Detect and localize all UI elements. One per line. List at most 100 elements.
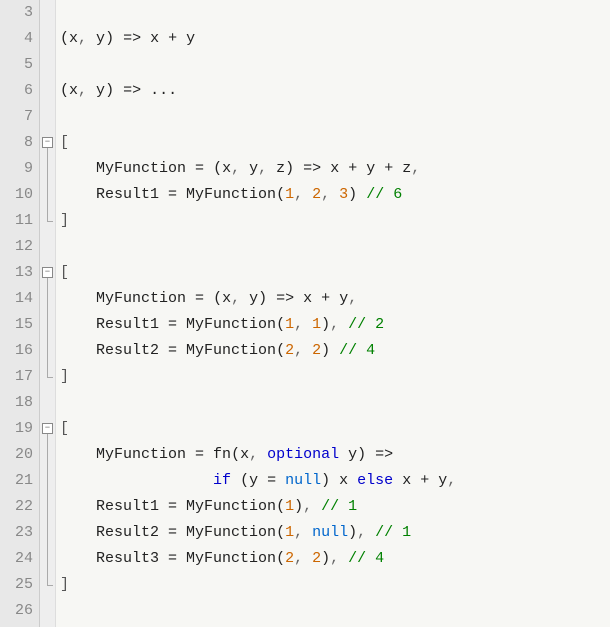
code-token: z (393, 160, 411, 177)
code-line[interactable]: Result3 = MyFunction(2, 2), // 4 (60, 546, 610, 572)
code-token: else (357, 472, 393, 489)
code-token: null (312, 524, 348, 541)
code-line[interactable] (60, 0, 610, 26)
fold-toggle-icon[interactable]: − (42, 137, 53, 148)
code-token: x (330, 472, 357, 489)
code-line[interactable]: [ (60, 130, 610, 156)
code-line[interactable]: MyFunction = fn(x, optional y) => (60, 442, 610, 468)
line-number: 6 (4, 78, 33, 104)
code-token: , (294, 342, 312, 359)
code-line[interactable]: if (y = null) x else x + y, (60, 468, 610, 494)
code-token: 1 (285, 186, 294, 203)
code-line[interactable]: Result1 = MyFunction(1), // 1 (60, 494, 610, 520)
code-line[interactable]: [ (60, 260, 610, 286)
code-token: Result2 (60, 524, 168, 541)
code-token: , (78, 30, 96, 47)
fold-toggle-icon[interactable]: − (42, 423, 53, 434)
code-line[interactable]: ] (60, 572, 610, 598)
code-token: = (195, 446, 204, 463)
code-token: = (195, 290, 204, 307)
code-token: // 2 (348, 316, 384, 333)
code-token: 1 (285, 524, 294, 541)
line-number: 23 (4, 520, 33, 546)
code-token: => (276, 290, 294, 307)
code-token: [ (60, 134, 69, 151)
line-number: 4 (4, 26, 33, 52)
code-token: ( (240, 472, 249, 489)
code-line[interactable]: Result1 = MyFunction(1, 2, 3) // 6 (60, 182, 610, 208)
code-token: ( (60, 82, 69, 99)
code-token: y (249, 160, 258, 177)
code-token (60, 472, 213, 489)
code-token: x (393, 472, 420, 489)
code-token: ( (276, 498, 285, 515)
line-number: 9 (4, 156, 33, 182)
code-token: ( (213, 290, 222, 307)
code-token: => (123, 30, 141, 47)
code-token: x (141, 30, 168, 47)
code-token: , (357, 524, 375, 541)
code-token: + (348, 160, 357, 177)
code-line[interactable]: (x, y) => x + y (60, 26, 610, 52)
code-token: // 1 (321, 498, 357, 515)
code-token: null (285, 472, 321, 489)
code-token: y (177, 30, 195, 47)
fold-toggle-icon[interactable]: − (42, 267, 53, 278)
code-line[interactable]: ] (60, 208, 610, 234)
code-token: MyFunction (60, 160, 195, 177)
code-line[interactable]: MyFunction = (x, y, z) => x + y + z, (60, 156, 610, 182)
code-token: [ (60, 264, 69, 281)
code-token: , (294, 550, 312, 567)
code-line[interactable]: [ (60, 416, 610, 442)
code-area[interactable]: (x, y) => x + y (x, y) => ... [ MyFuncti… (56, 0, 610, 627)
line-number: 24 (4, 546, 33, 572)
code-token: Result1 (60, 498, 168, 515)
code-token: => (123, 82, 141, 99)
line-number: 17 (4, 364, 33, 390)
code-token: = (168, 524, 177, 541)
code-token: Result1 (60, 186, 168, 203)
code-token: , (330, 316, 348, 333)
code-line[interactable]: Result2 = MyFunction(2, 2) // 4 (60, 338, 610, 364)
code-token: , (294, 186, 312, 203)
code-line[interactable]: Result1 = MyFunction(1, 1), // 2 (60, 312, 610, 338)
code-token: ( (276, 316, 285, 333)
code-token: ( (276, 342, 285, 359)
code-line[interactable] (60, 390, 610, 416)
code-line[interactable]: ] (60, 364, 610, 390)
code-line[interactable] (60, 598, 610, 624)
code-line[interactable]: MyFunction = (x, y) => x + y, (60, 286, 610, 312)
code-token: , (411, 160, 420, 177)
code-line[interactable] (60, 104, 610, 130)
code-token (141, 82, 150, 99)
code-line[interactable]: Result2 = MyFunction(1, null), // 1 (60, 520, 610, 546)
code-line[interactable] (60, 234, 610, 260)
code-line[interactable] (60, 52, 610, 78)
code-token: , (78, 82, 96, 99)
code-token (276, 472, 285, 489)
code-token: MyFunction (177, 316, 276, 333)
code-token: MyFunction (177, 342, 276, 359)
code-token: fn (204, 446, 231, 463)
code-token: // 6 (366, 186, 402, 203)
code-token: y (96, 30, 105, 47)
code-token: y (357, 160, 384, 177)
line-number: 18 (4, 390, 33, 416)
code-token: , (231, 290, 249, 307)
fold-end-tick (47, 221, 53, 222)
code-token: ) (294, 498, 303, 515)
code-token: , (231, 160, 249, 177)
code-token: => (375, 446, 393, 463)
code-token: MyFunction (177, 524, 276, 541)
line-number: 3 (4, 0, 33, 26)
line-number: 14 (4, 286, 33, 312)
code-token: MyFunction (177, 550, 276, 567)
code-line[interactable]: (x, y) => ... (60, 78, 610, 104)
fold-guide (47, 148, 48, 221)
code-token: 2 (312, 550, 321, 567)
code-token: x (69, 82, 78, 99)
code-token: ... (150, 82, 177, 99)
line-number: 13 (4, 260, 33, 286)
line-number: 20 (4, 442, 33, 468)
code-token (204, 160, 213, 177)
